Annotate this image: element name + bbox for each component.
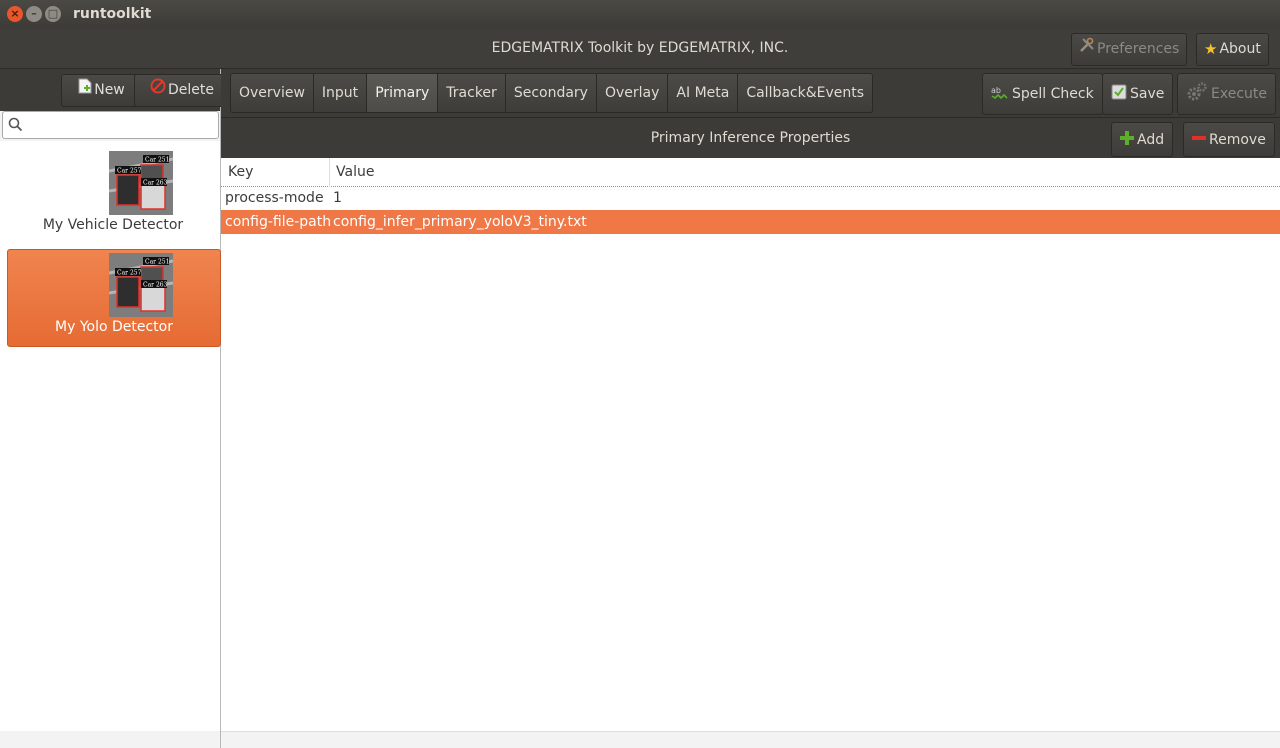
remove-label: Remove <box>1209 131 1266 148</box>
tab-overlay[interactable]: Overlay <box>596 74 669 112</box>
main-panel: Overview Input Primary Tracker Secondary… <box>221 69 1280 748</box>
preferences-label: Preferences <box>1097 41 1180 57</box>
svg-text:ab: ab <box>991 86 1001 95</box>
thumb-tag-251: Car 251 <box>145 157 169 164</box>
properties-table: Key Value process-mode 1 config-file-pat… <box>221 158 1280 731</box>
preferences-button[interactable]: Preferences <box>1071 33 1188 66</box>
tabs-toolbar: Overview Input Primary Tracker Secondary… <box>221 69 1280 117</box>
tab-overview[interactable]: Overview <box>231 74 314 112</box>
add-button[interactable]: Add <box>1111 122 1174 157</box>
tab-group: Overview Input Primary Tracker Secondary… <box>230 73 874 113</box>
column-header-value[interactable]: Value <box>336 164 374 180</box>
new-label: New <box>94 82 125 98</box>
delete-button[interactable]: Delete <box>134 74 230 107</box>
cell-key: config-file-path <box>225 214 332 230</box>
save-button[interactable]: Save <box>1102 73 1174 115</box>
cell-value[interactable]: 1 <box>333 186 342 210</box>
thumb-tag-263: Car 263 <box>143 180 168 187</box>
thumb-tag-257: Car 257 <box>117 270 142 277</box>
thumb-tag-257: Car 257 <box>117 168 142 175</box>
table-row[interactable]: process-mode 1 <box>221 186 1280 210</box>
search-icon <box>8 117 23 136</box>
main-statusbar <box>221 731 1280 748</box>
window-title: runtoolkit <box>73 6 152 22</box>
detector-thumbnail: Car 251 Car 257 Car 263 <box>109 253 173 317</box>
column-header-key[interactable]: Key <box>228 164 253 180</box>
tab-tracker[interactable]: Tracker <box>438 74 506 112</box>
about-label: About <box>1219 41 1261 57</box>
save-label: Save <box>1130 86 1165 102</box>
detector-sidebar: New Delete Car 251 Car 257 Car 263 My Ve… <box>0 69 230 748</box>
add-label: Add <box>1137 131 1165 148</box>
column-separator[interactable] <box>329 158 330 187</box>
save-icon <box>1111 84 1127 104</box>
search-input[interactable] <box>25 114 219 138</box>
window-close-button[interactable]: × <box>7 6 23 22</box>
cell-key: process-mode <box>225 190 324 206</box>
window-titlebar: × – □ runtoolkit <box>0 0 1280 29</box>
tab-secondary[interactable]: Secondary <box>505 74 597 112</box>
list-item-my-yolo-detector[interactable]: Car 251 Car 257 Car 263 My Yolo Detector <box>7 249 221 347</box>
tab-primary[interactable]: Primary <box>367 74 439 112</box>
thumb-tag-251: Car 251 <box>145 259 169 266</box>
thumb-tag-263: Car 263 <box>143 282 168 289</box>
list-item-my-vehicle-detector[interactable]: Car 251 Car 257 Car 263 My Vehicle Detec… <box>7 148 219 244</box>
detector-thumbnail: Car 251 Car 257 Car 263 <box>109 151 173 215</box>
detector-list: Car 251 Car 257 Car 263 My Vehicle Detec… <box>0 141 221 731</box>
plus-icon <box>1120 130 1134 149</box>
properties-toolbar: Primary Inference Properties Add Remove <box>221 117 1280 158</box>
new-button[interactable]: New <box>61 74 142 107</box>
window-maximize-button[interactable]: □ <box>45 6 61 22</box>
gears-icon <box>1186 81 1208 107</box>
tab-ai-meta[interactable]: AI Meta <box>668 74 739 112</box>
list-item-label: My Yolo Detector <box>55 319 173 335</box>
spell-check-button[interactable]: ab Spell Check <box>982 73 1103 115</box>
cell-value[interactable]: config_infer_primary_yoloV3_tiny.txt <box>333 210 587 234</box>
list-item-label: My Vehicle Detector <box>42 217 184 233</box>
sidebar-toolbar: New Delete <box>0 69 230 111</box>
minus-icon <box>1192 131 1206 149</box>
window-minimize-button[interactable]: – <box>26 6 42 22</box>
tab-callback-events[interactable]: Callback&Events <box>738 74 873 112</box>
new-document-icon <box>78 76 92 105</box>
delete-label: Delete <box>168 82 214 98</box>
sidebar-statusbar <box>0 731 220 748</box>
execute-label: Execute <box>1211 86 1267 102</box>
about-button[interactable]: ★ About <box>1196 33 1269 66</box>
spell-check-label: Spell Check <box>1012 86 1094 102</box>
tab-input[interactable]: Input <box>313 74 368 112</box>
star-icon: ★ <box>1204 40 1218 58</box>
execute-button[interactable]: Execute <box>1177 73 1276 115</box>
header-bar: EDGEMATRIX Toolkit by EDGEMATRIX, INC. P… <box>0 29 1280 69</box>
delete-icon <box>150 76 166 105</box>
remove-button[interactable]: Remove <box>1183 122 1275 157</box>
table-row[interactable]: config-file-path config_infer_primary_yo… <box>221 210 1280 234</box>
search-box[interactable] <box>2 111 219 139</box>
table-header: Key Value <box>221 158 1280 187</box>
tools-icon <box>1079 35 1095 64</box>
spell-check-icon: ab <box>991 84 1009 104</box>
